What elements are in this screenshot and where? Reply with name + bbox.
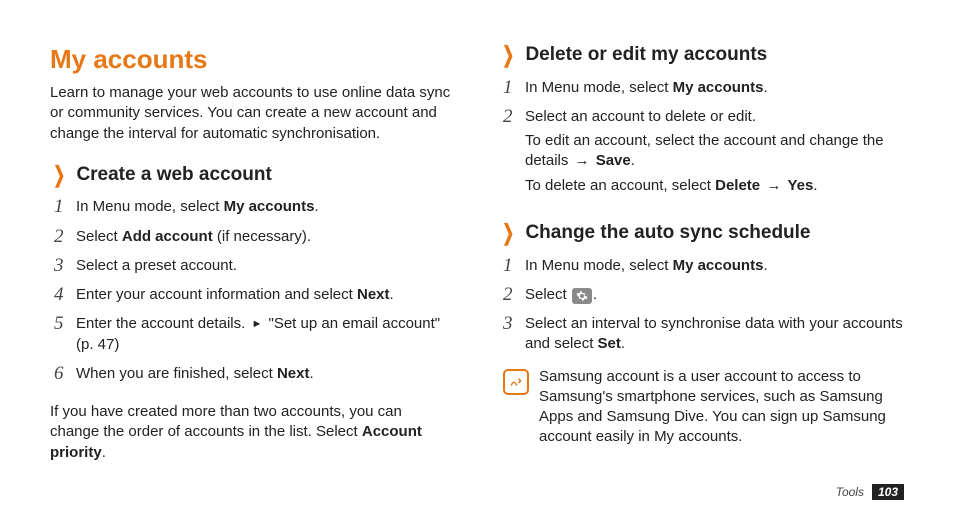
bold: Yes <box>788 177 814 194</box>
text: Select <box>525 286 571 303</box>
bold: Next <box>357 286 390 303</box>
chevron-icon: ❯ <box>53 164 65 186</box>
bold: Save <box>596 152 631 169</box>
subhead-delete: ❯ Delete or edit my accounts <box>499 42 904 68</box>
left-column: My accounts Learn to manage your web acc… <box>50 42 477 488</box>
step-number: 3 <box>503 314 525 359</box>
step-number: 1 <box>54 197 76 221</box>
subhead-sync-title: Change the auto sync schedule <box>525 220 810 246</box>
text: Select an account to delete or edit. <box>525 107 904 127</box>
text: Select an interval to synchronise data w… <box>525 315 903 352</box>
right-column: ❯ Delete or edit my accounts 1 In Menu m… <box>477 42 904 488</box>
step-number: 5 <box>54 314 76 359</box>
step-number: 6 <box>54 364 76 388</box>
subhead-sync: ❯ Change the auto sync schedule <box>499 220 904 246</box>
delete-step-1: 1 In Menu mode, select My accounts. <box>503 78 904 102</box>
page-title: My accounts <box>50 42 455 77</box>
create-after: If you have created more than two accoun… <box>50 402 455 463</box>
intro-text: Learn to manage your web accounts to use… <box>50 83 455 144</box>
text: (if necessary). <box>213 228 311 245</box>
text: In Menu mode, select <box>525 257 673 274</box>
create-step-6: 6 When you are finished, select Next. <box>54 364 455 388</box>
note-box: Samsung account is a user account to acc… <box>503 367 904 448</box>
sync-step-3: 3 Select an interval to synchronise data… <box>503 314 904 359</box>
text: Select a preset account. <box>76 256 455 276</box>
create-step-3: 3 Select a preset account. <box>54 256 455 280</box>
sync-step-1: 1 In Menu mode, select My accounts. <box>503 256 904 280</box>
note-text: Samsung account is a user account to acc… <box>539 367 904 448</box>
text: Select <box>76 228 122 245</box>
delete-step-2: 2 Select an account to delete or edit. T… <box>503 107 904 200</box>
subhead-create-title: Create a web account <box>76 162 271 188</box>
sync-step-2: 2 Select . <box>503 285 904 309</box>
text: In Menu mode, select <box>525 79 673 96</box>
create-step-5: 5 Enter the account details. ► "Set up a… <box>54 314 455 359</box>
arrow-icon: → <box>573 152 592 169</box>
arrow-icon: → <box>764 177 783 194</box>
subhead-delete-title: Delete or edit my accounts <box>525 42 767 68</box>
bold: Next <box>277 365 310 382</box>
text: When you are finished, select <box>76 365 277 382</box>
step-number: 1 <box>503 256 525 280</box>
footer-section: Tools <box>836 485 864 499</box>
text: Enter your account information and selec… <box>76 286 357 303</box>
step-number: 2 <box>54 227 76 251</box>
bold: Delete <box>715 177 760 194</box>
create-step-4: 4 Enter your account information and sel… <box>54 285 455 309</box>
step-number: 2 <box>503 107 525 200</box>
bold: My accounts <box>673 257 764 274</box>
note-icon <box>503 369 529 395</box>
text: If you have created more than two accoun… <box>50 403 402 440</box>
create-step-2: 2 Select Add account (if necessary). <box>54 227 455 251</box>
chevron-icon: ❯ <box>502 222 514 244</box>
footer-page-number: 103 <box>872 484 904 500</box>
step-number: 1 <box>503 78 525 102</box>
text: Enter the account details. <box>76 315 249 332</box>
step-number: 2 <box>503 285 525 309</box>
page: My accounts Learn to manage your web acc… <box>0 0 954 518</box>
chevron-icon: ❯ <box>502 44 514 66</box>
gear-icon <box>572 288 592 304</box>
triangle-icon: ► <box>249 318 264 330</box>
bold: My accounts <box>673 79 764 96</box>
step-number: 3 <box>54 256 76 280</box>
footer: Tools 103 <box>836 484 904 500</box>
text: To delete an account, select <box>525 177 715 194</box>
subhead-create: ❯ Create a web account <box>50 162 455 188</box>
bold: Add account <box>122 228 213 245</box>
bold: Set <box>598 335 621 352</box>
create-step-1: 1 In Menu mode, select My accounts. <box>54 197 455 221</box>
text: In Menu mode, select <box>76 198 224 215</box>
step-number: 4 <box>54 285 76 309</box>
bold: My accounts <box>224 198 315 215</box>
